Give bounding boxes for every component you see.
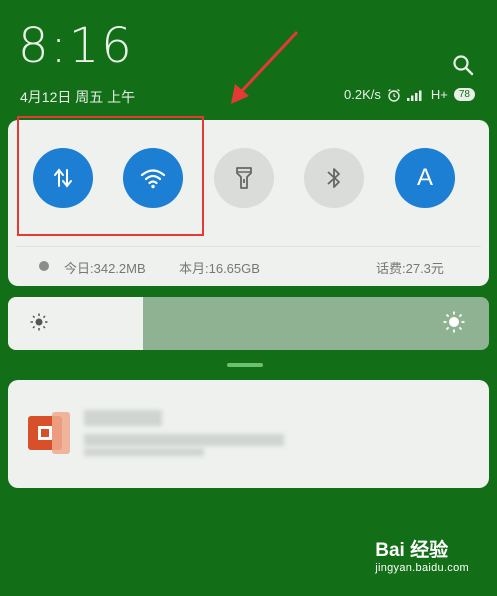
usage-today: 今日:342.2MB — [64, 261, 146, 276]
alarm-icon — [388, 88, 400, 102]
status-bar: 8:16 4月12日 周五 上午 0.2K/s H+ 78 — [0, 0, 497, 115]
bluetooth-icon — [327, 168, 340, 188]
divider — [16, 246, 481, 247]
status-indicators: 0.2K/s H+ 78 — [344, 87, 475, 102]
network-speed: 0.2K/s — [344, 87, 381, 102]
clock: 8:16 — [18, 18, 134, 74]
flashlight-toggle[interactable] — [214, 148, 274, 208]
notification-text-blurred — [84, 434, 284, 446]
usage-dot-icon — [39, 261, 49, 271]
watermark: Bai 经验 jingyan.baidu.com — [375, 535, 469, 574]
bluetooth-toggle[interactable] — [304, 148, 364, 208]
brightness-slider[interactable] — [8, 297, 489, 350]
annotation-arrow — [231, 30, 299, 104]
annotation-highlight-box — [17, 116, 204, 236]
search-icon[interactable] — [451, 53, 475, 77]
notification-title-blurred — [84, 410, 162, 426]
battery-icon: 78 — [453, 88, 475, 101]
watermark-logo: Bai 经验 — [375, 540, 449, 561]
notification-card[interactable] — [8, 380, 489, 488]
watermark-url: jingyan.baidu.com — [375, 562, 469, 574]
office-app-icon — [28, 412, 70, 454]
network-type: H+ — [430, 87, 448, 102]
brightness-fill — [8, 297, 143, 350]
usage-balance: 话费:27.3元 — [376, 261, 444, 276]
notification-subtext-blurred — [84, 448, 204, 456]
usage-month: 本月:16.65GB — [179, 261, 260, 276]
letter-a-icon: A — [416, 164, 433, 191]
brightness-low-icon — [30, 313, 48, 331]
date-label: 4月12日 周五 上午 — [20, 89, 136, 105]
brightness-high-icon — [443, 311, 465, 333]
panel-drag-handle[interactable] — [227, 363, 263, 367]
auto-brightness-toggle[interactable]: A — [395, 148, 455, 208]
signal-icon — [406, 90, 422, 101]
flashlight-icon — [236, 167, 252, 189]
